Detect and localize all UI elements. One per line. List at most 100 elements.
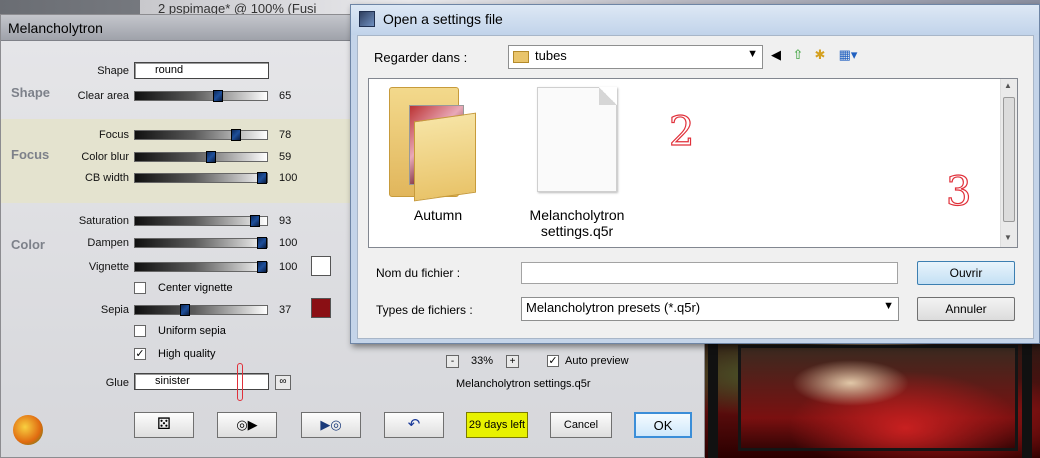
new-folder-icon[interactable]: ✱ xyxy=(812,47,828,63)
high-quality-label: High quality xyxy=(158,348,216,360)
scrollbar-thumb[interactable] xyxy=(1003,97,1015,222)
glue-label: Glue xyxy=(105,377,129,389)
vignette-slider[interactable] xyxy=(134,261,268,273)
uniform-sepia-label: Uniform sepia xyxy=(158,325,226,337)
sepia-label: Sepia xyxy=(100,304,129,316)
slider-thumb[interactable] xyxy=(250,215,260,227)
dialog-body: Regarder dans : tubes ▼ ◀ ⇧ ✱ ▦▾ Autumn … xyxy=(357,35,1034,339)
focus-slider[interactable] xyxy=(134,129,268,141)
scroll-down-icon[interactable]: ▼ xyxy=(1004,233,1012,242)
folder-autumn-name[interactable]: Autumn xyxy=(368,207,508,223)
file-settings-icon[interactable] xyxy=(537,87,617,192)
look-in-value: tubes xyxy=(535,48,567,63)
filetypes-combo[interactable]: Melancholytron presets (*.q5r) ▼ xyxy=(521,297,899,321)
clear-area-label: Clear area xyxy=(77,90,129,102)
auto-preview-label: Auto preview xyxy=(565,355,629,367)
vignette-value: 100 xyxy=(279,261,298,273)
film-strip xyxy=(708,340,718,458)
look-in-combo[interactable]: tubes ▼ xyxy=(508,45,763,69)
back-icon[interactable]: ◀ xyxy=(768,47,784,63)
settings-file-name: Melancholytron settings.q5r xyxy=(456,378,591,390)
slider-thumb[interactable] xyxy=(213,90,223,102)
ok-button[interactable]: OK xyxy=(634,412,692,438)
film-strip xyxy=(1022,340,1032,458)
cancel-button[interactable]: Cancel xyxy=(550,412,612,438)
sepia-slider[interactable] xyxy=(134,304,268,316)
play-disc-icon: ◎▶ xyxy=(236,417,258,432)
load-preset-button[interactable]: ◎▶ xyxy=(217,412,277,438)
focus-value: 78 xyxy=(279,129,292,141)
days-left-button[interactable]: 29 days left xyxy=(466,412,528,438)
cancel-dialog-button[interactable]: Annuler xyxy=(917,297,1015,321)
center-vignette-checkbox[interactable] xyxy=(134,282,146,294)
high-quality-checkbox[interactable]: ✓ xyxy=(134,348,146,360)
chevron-down-icon: ▼ xyxy=(747,48,758,60)
chevron-down-icon: ▼ xyxy=(883,300,894,312)
annotation-marker-2: 2 xyxy=(668,108,695,155)
background-artwork xyxy=(700,340,1040,458)
link-icon[interactable]: ∞ xyxy=(275,375,291,390)
folder-autumn-icon[interactable] xyxy=(389,87,479,202)
file-settings-name[interactable]: Melancholytron settings.q5r xyxy=(507,207,647,239)
slider-thumb[interactable] xyxy=(231,129,241,141)
dialog-titlebar: Open a settings file xyxy=(351,5,1039,35)
disc-play-icon: ▶◎ xyxy=(320,417,342,432)
filename-label: Nom du fichier : xyxy=(376,266,461,280)
dampen-slider[interactable] xyxy=(134,237,268,249)
undo-button[interactable]: ↶ xyxy=(384,412,444,438)
saturation-label: Saturation xyxy=(78,215,129,227)
scroll-up-icon[interactable]: ▲ xyxy=(1004,81,1012,90)
cb-width-value: 100 xyxy=(279,172,298,184)
auto-preview-checkbox[interactable]: ✓ xyxy=(547,355,559,367)
center-vignette-label: Center vignette xyxy=(158,282,233,294)
shape-label: Shape xyxy=(97,65,129,77)
app-icon xyxy=(359,11,375,27)
cb-width-label: CB width xyxy=(84,172,129,184)
shape-field[interactable]: round xyxy=(134,62,269,79)
saturation-value: 93 xyxy=(279,215,292,227)
vignette-color-swatch[interactable] xyxy=(311,256,331,276)
file-list-pane: Autumn Melancholytron settings.q5r 2 3 ▲… xyxy=(368,78,1018,248)
uniform-sepia-checkbox[interactable] xyxy=(134,325,146,337)
undo-icon: ↶ xyxy=(407,416,421,433)
open-button[interactable]: Ouvrir xyxy=(917,261,1015,285)
save-preset-button[interactable]: ▶◎ xyxy=(301,412,361,438)
slider-thumb[interactable] xyxy=(257,261,267,273)
slider-thumb[interactable] xyxy=(180,304,190,316)
annotation-marker xyxy=(237,363,243,401)
dampen-label: Dampen xyxy=(87,237,129,249)
sepia-color-swatch[interactable] xyxy=(311,298,331,318)
dampen-value: 100 xyxy=(279,237,298,249)
zoom-in-button[interactable]: + xyxy=(506,355,519,368)
open-settings-dialog: Open a settings file Regarder dans : tub… xyxy=(350,4,1040,344)
filetypes-label: Types de fichiers : xyxy=(376,303,473,317)
zoom-out-button[interactable]: - xyxy=(446,355,459,368)
clear-area-slider[interactable] xyxy=(134,90,268,102)
clear-area-value: 65 xyxy=(279,90,292,102)
focus-label: Focus xyxy=(99,129,129,141)
dialog-title: Open a settings file xyxy=(383,11,503,27)
dice-icon: ⚄ xyxy=(157,416,171,433)
randomize-button[interactable]: ⚄ xyxy=(134,412,194,438)
plugin-logo-icon xyxy=(13,415,43,445)
plugin-title: Melancholytron xyxy=(8,20,103,36)
file-list-scrollbar[interactable]: ▲ ▼ xyxy=(1000,79,1017,247)
color-blur-slider[interactable] xyxy=(134,151,268,163)
slider-thumb[interactable] xyxy=(257,237,267,249)
filetypes-value: Melancholytron presets (*.q5r) xyxy=(526,300,701,315)
glue-field[interactable]: sinister xyxy=(134,373,269,390)
zoom-level: 33% xyxy=(471,355,494,367)
color-blur-label: Color blur xyxy=(81,151,129,163)
slider-thumb[interactable] xyxy=(206,151,216,163)
saturation-slider[interactable] xyxy=(134,215,268,227)
artwork-frame xyxy=(738,345,1018,451)
up-folder-icon[interactable]: ⇧ xyxy=(790,47,806,63)
cb-width-slider[interactable] xyxy=(134,172,268,184)
sepia-value: 37 xyxy=(279,304,292,316)
annotation-marker-3: 3 xyxy=(945,168,972,215)
view-menu-icon[interactable]: ▦▾ xyxy=(836,47,860,63)
slider-thumb[interactable] xyxy=(257,172,267,184)
filename-input[interactable] xyxy=(521,262,898,284)
folder-icon xyxy=(513,50,529,63)
color-blur-value: 59 xyxy=(279,151,292,163)
